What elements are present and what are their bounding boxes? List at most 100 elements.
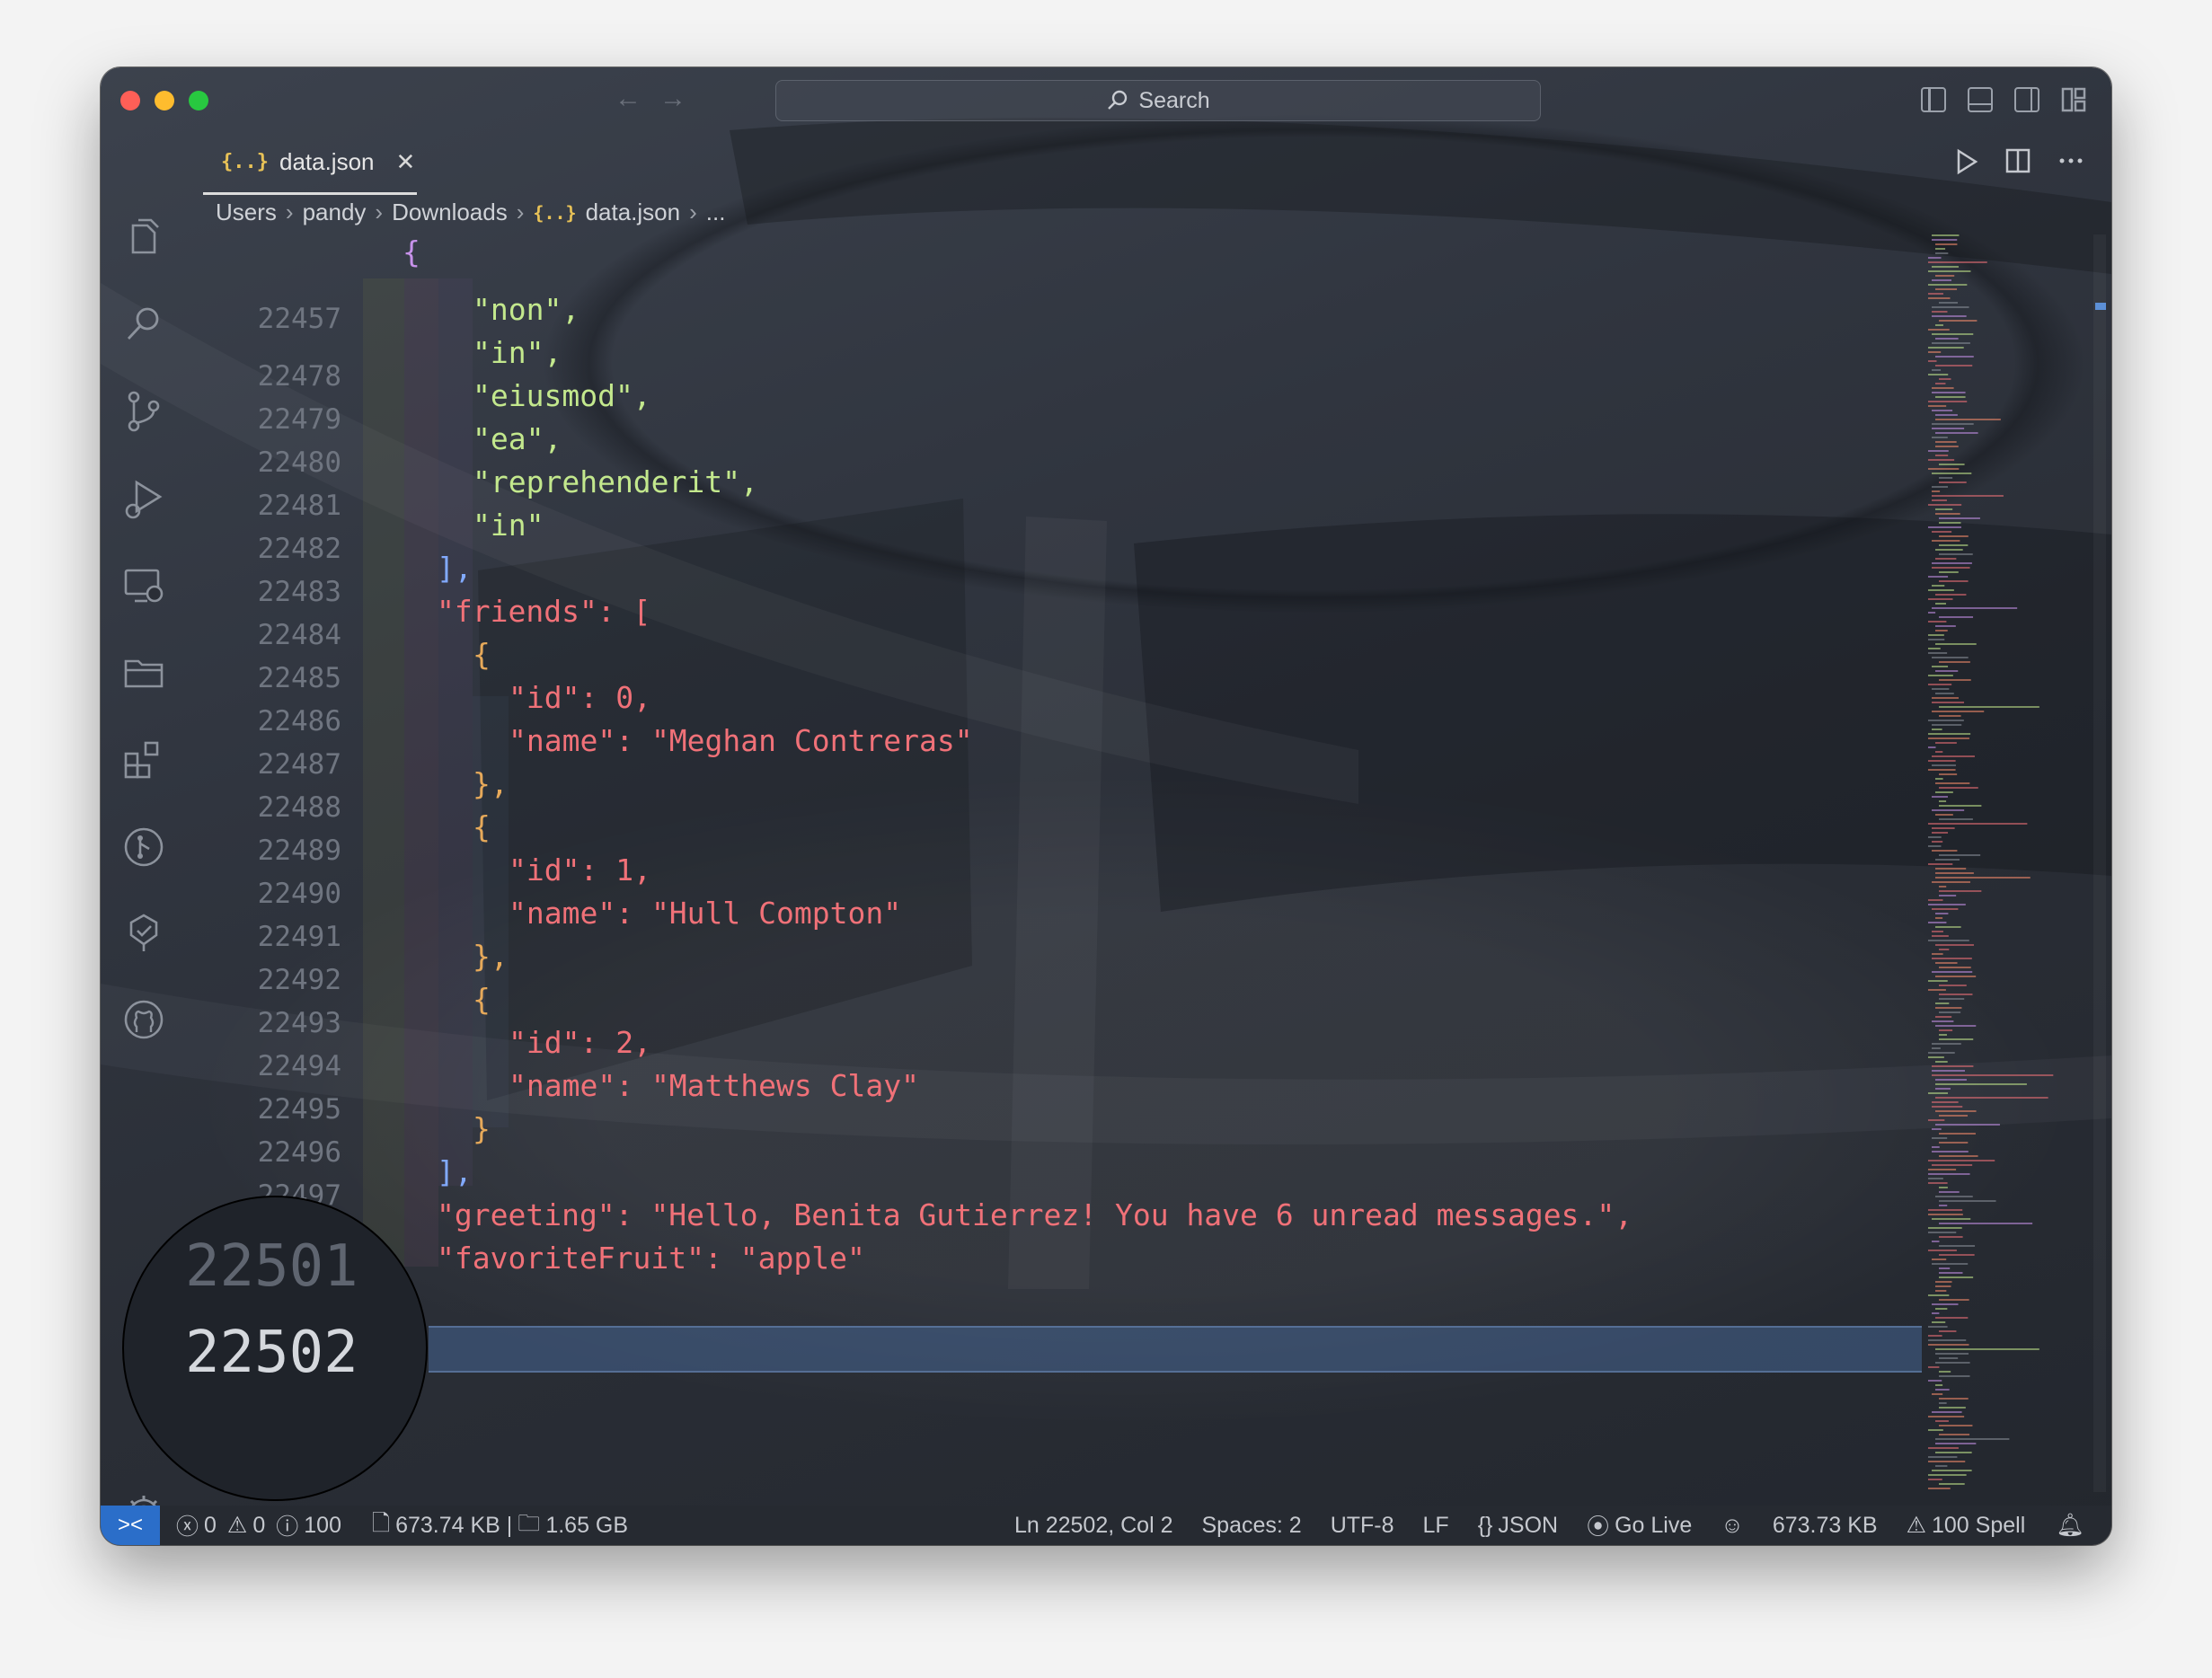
- testing-icon[interactable]: [120, 910, 167, 957]
- minimap-line: [1935, 603, 1946, 605]
- minimap-line: [1935, 1061, 1948, 1063]
- breadcrumb-item-file[interactable]: data.json: [586, 199, 681, 226]
- notifications-bell-icon[interactable]: 🔔︎: [2056, 1513, 2084, 1539]
- explorer-icon[interactable]: [120, 213, 167, 260]
- code-line: {: [473, 637, 491, 672]
- minimap-line: [1932, 495, 2004, 497]
- code-line: },: [473, 766, 509, 801]
- minimap[interactable]: [1924, 234, 2086, 1492]
- minimap-line: [1928, 293, 1943, 295]
- file-size-indicator[interactable]: 🗋 673.74 KB | 🗀 1.65 GB: [372, 1506, 628, 1545]
- eol-setting[interactable]: LF: [1423, 1513, 1449, 1539]
- forward-arrow-icon[interactable]: →: [659, 84, 686, 114]
- close-window-button[interactable]: [120, 91, 140, 110]
- breadcrumb-separator: ›: [689, 199, 697, 225]
- indentation-setting[interactable]: Spaces: 2: [1202, 1513, 1302, 1539]
- cursor-position[interactable]: Ln 22502, Col 2: [1014, 1513, 1173, 1539]
- minimap-line: [1939, 481, 1967, 483]
- minimap-line: [1935, 778, 1943, 780]
- vertical-scrollbar[interactable]: [2093, 234, 2106, 1492]
- minimap-line: [1935, 455, 1949, 456]
- more-actions-icon[interactable]: [2057, 148, 2084, 173]
- remote-indicator-icon[interactable]: ><: [101, 1506, 160, 1545]
- minimap-line: [1939, 544, 1969, 546]
- minimap-line: [1939, 715, 1961, 717]
- github-icon[interactable]: [120, 996, 167, 1043]
- project-manager-folder-icon[interactable]: [120, 649, 167, 695]
- problems-indicator[interactable]: ⓧ 0 ⚠ 0 ⓘ 100: [176, 1509, 341, 1541]
- run-icon[interactable]: [1955, 148, 1978, 175]
- broadcast-icon: ⦿: [1587, 1515, 1610, 1540]
- search-icon[interactable]: [120, 301, 167, 348]
- line-number: 22457: [257, 303, 341, 335]
- minimap-line: [1928, 1182, 1948, 1184]
- code-line: {: [473, 982, 491, 1017]
- toggle-primary-sidebar-icon[interactable]: [1921, 87, 1946, 112]
- breadcrumb-item-pandy[interactable]: pandy: [303, 199, 367, 226]
- split-editor-icon[interactable]: [2005, 148, 2031, 173]
- breadcrumb-item-users[interactable]: Users: [216, 199, 277, 226]
- extensions-icon[interactable]: [120, 736, 167, 782]
- minimap-line: [1935, 1285, 1951, 1287]
- minimap-line: [1928, 459, 1955, 461]
- minimap-line: [1928, 621, 1947, 623]
- minimap-line: [1928, 1227, 1962, 1229]
- line-number: 22480: [257, 446, 341, 479]
- breadcrumb-separator: ›: [375, 199, 384, 225]
- minimap-line: [1928, 845, 1942, 847]
- minimap-line: [1939, 1155, 1978, 1157]
- minimap-line: [1928, 904, 1966, 905]
- minimize-window-button[interactable]: [155, 91, 174, 110]
- spell-check-indicator[interactable]: ⚠ 100 Spell: [1907, 1512, 2026, 1539]
- line-number: 22487: [257, 748, 341, 781]
- minimap-line: [1932, 841, 1943, 843]
- minimap-line: [1928, 1380, 1942, 1382]
- code-line: "non",: [473, 292, 580, 327]
- size-indicator[interactable]: 673.73 KB: [1773, 1513, 1878, 1539]
- minimap-line: [1935, 670, 1959, 672]
- line-number: 22496: [257, 1136, 341, 1169]
- minimap-line: [1932, 935, 1949, 937]
- code-line: }: [473, 1111, 491, 1146]
- remote-explorer-icon[interactable]: [120, 563, 167, 610]
- minimap-line: [1932, 953, 1943, 955]
- code-line: "name": "Hull Compton": [509, 896, 902, 931]
- encoding-setting[interactable]: UTF-8: [1331, 1513, 1394, 1539]
- git-graph-icon[interactable]: [120, 824, 167, 870]
- maximize-window-button[interactable]: [189, 91, 208, 110]
- breadcrumb: Users › pandy › Downloads › {..} data.js…: [216, 199, 725, 226]
- tab-data-json[interactable]: {..} data.json ✕: [203, 132, 417, 195]
- line-number: 22483: [257, 576, 341, 608]
- breadcrumb-item-symbol[interactable]: ...: [706, 199, 726, 226]
- minimap-line: [1928, 270, 1971, 272]
- tab-label: data.json: [279, 148, 375, 175]
- toggle-panel-icon[interactable]: [1968, 87, 1993, 112]
- minimap-line: [1928, 760, 1956, 762]
- toggle-secondary-sidebar-icon[interactable]: [2014, 87, 2039, 112]
- breadcrumb-item-downloads[interactable]: Downloads: [392, 199, 508, 226]
- language-mode[interactable]: {} JSON: [1478, 1513, 1558, 1539]
- warning-count: 0: [252, 1512, 266, 1538]
- run-and-debug-icon[interactable]: [120, 475, 167, 522]
- minimap-line: [1935, 441, 1957, 443]
- command-center-search[interactable]: Search: [775, 80, 1541, 121]
- minimap-line: [1939, 854, 1981, 856]
- copilot-icon[interactable]: ☺: [1721, 1513, 1744, 1539]
- minimap-line: [1935, 1079, 1967, 1081]
- minimap-line: [1932, 437, 1948, 438]
- file-size: 673.74 KB |: [395, 1512, 513, 1538]
- minimap-line: [1935, 625, 1956, 627]
- back-arrow-icon[interactable]: ←: [615, 84, 641, 114]
- customize-layout-icon[interactable]: [2061, 87, 2086, 112]
- code-line: "favoriteFruit": "apple": [437, 1241, 865, 1276]
- minimap-line: [1939, 616, 1974, 618]
- minimap-line: [1928, 940, 1969, 941]
- source-control-icon[interactable]: [120, 388, 167, 435]
- scrollbar-thumb[interactable]: [2095, 303, 2106, 310]
- minimap-line: [1939, 1223, 2033, 1224]
- go-live-button[interactable]: ⦿ Go Live: [1587, 1509, 1692, 1541]
- close-tab-icon[interactable]: ✕: [396, 148, 416, 176]
- minimap-line: [1935, 1308, 1948, 1310]
- minimap-line: [1935, 508, 1953, 510]
- minimap-line: [1939, 1200, 1996, 1202]
